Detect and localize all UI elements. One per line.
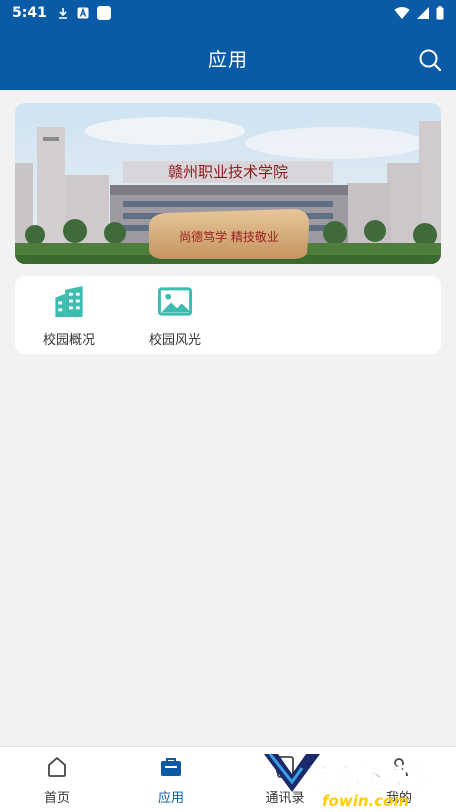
building-icon (55, 285, 83, 318)
tab-label: 首页 (43, 791, 70, 806)
image-icon (157, 287, 193, 316)
signal-icon (417, 7, 429, 19)
gate-sign-text: 赣州职业技术学院 (168, 163, 288, 181)
font-a-icon (77, 7, 89, 19)
status-time: 5:41 (12, 5, 47, 21)
app-item-campus-overview[interactable]: 校园概况 (15, 282, 123, 348)
watermark-url: fowin.com (322, 792, 409, 810)
status-notification-icons (57, 6, 111, 20)
app-square-icon (96, 6, 111, 20)
home-icon (48, 757, 66, 777)
app-grid-card: 校园概况 校园风光 (15, 276, 441, 354)
app-bar: 应用 (0, 26, 456, 90)
status-right (394, 6, 444, 20)
page-title: 应用 (207, 48, 248, 71)
watermark-logo: 清源下载站 fowin.com (264, 753, 430, 810)
campus-banner[interactable]: 赣州职业技术学院 尚德笃学 精技敬业 (15, 103, 441, 264)
app-item-label: 校园风光 (148, 333, 201, 348)
campus-photo: 赣州职业技术学院 尚德笃学 精技敬业 (15, 103, 441, 264)
status-bar: 5:41 (0, 0, 456, 26)
battery-icon (436, 6, 444, 20)
status-left: 5:41 (12, 5, 111, 21)
app-item-label: 校园概况 (42, 333, 95, 348)
watermark-text: 清源下载站 (316, 765, 430, 790)
stone-inscription: 尚德笃学 精技敬业 (179, 229, 279, 244)
briefcase-icon (161, 758, 181, 776)
tab-apps[interactable]: 应用 (114, 747, 228, 812)
wifi-icon (394, 7, 410, 20)
tab-label: 应用 (157, 791, 184, 806)
tab-home[interactable]: 首页 (0, 747, 114, 812)
download-icon (58, 8, 67, 19)
search-icon[interactable] (418, 48, 442, 72)
app-item-campus-scenery[interactable]: 校园风光 (121, 282, 229, 348)
